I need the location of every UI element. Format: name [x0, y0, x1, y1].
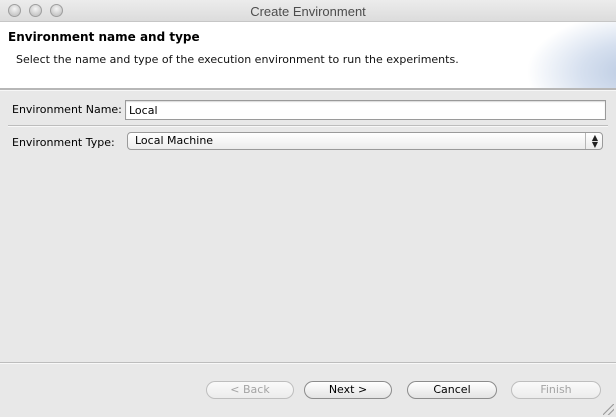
next-button[interactable]: Next > — [304, 381, 392, 399]
window-title: Create Environment — [250, 4, 366, 19]
environment-type-label: Environment Type: — [12, 136, 115, 149]
cancel-button[interactable]: Cancel — [407, 381, 497, 399]
environment-name-input[interactable] — [125, 100, 606, 120]
page-description: Select the name and type of the executio… — [16, 53, 459, 66]
resize-grip-icon[interactable] — [603, 404, 614, 415]
header-divider — [0, 88, 616, 91]
environment-name-label: Environment Name: — [12, 103, 122, 116]
page-title: Environment name and type — [8, 30, 200, 44]
environment-type-value: Local Machine — [135, 134, 214, 147]
footer-divider — [0, 362, 616, 364]
banner-decoration — [526, 22, 616, 88]
wizard-banner: Environment name and type Select the nam… — [0, 22, 616, 88]
title-bar: Create Environment — [0, 0, 616, 22]
up-down-arrows-icon: ▲ ▼ — [591, 133, 598, 149]
back-button[interactable]: < Back — [206, 381, 294, 399]
form-divider — [8, 125, 608, 127]
environment-type-select[interactable]: Local Machine ▲ ▼ — [127, 132, 603, 150]
finish-button[interactable]: Finish — [511, 381, 601, 399]
select-divider — [585, 133, 586, 149]
